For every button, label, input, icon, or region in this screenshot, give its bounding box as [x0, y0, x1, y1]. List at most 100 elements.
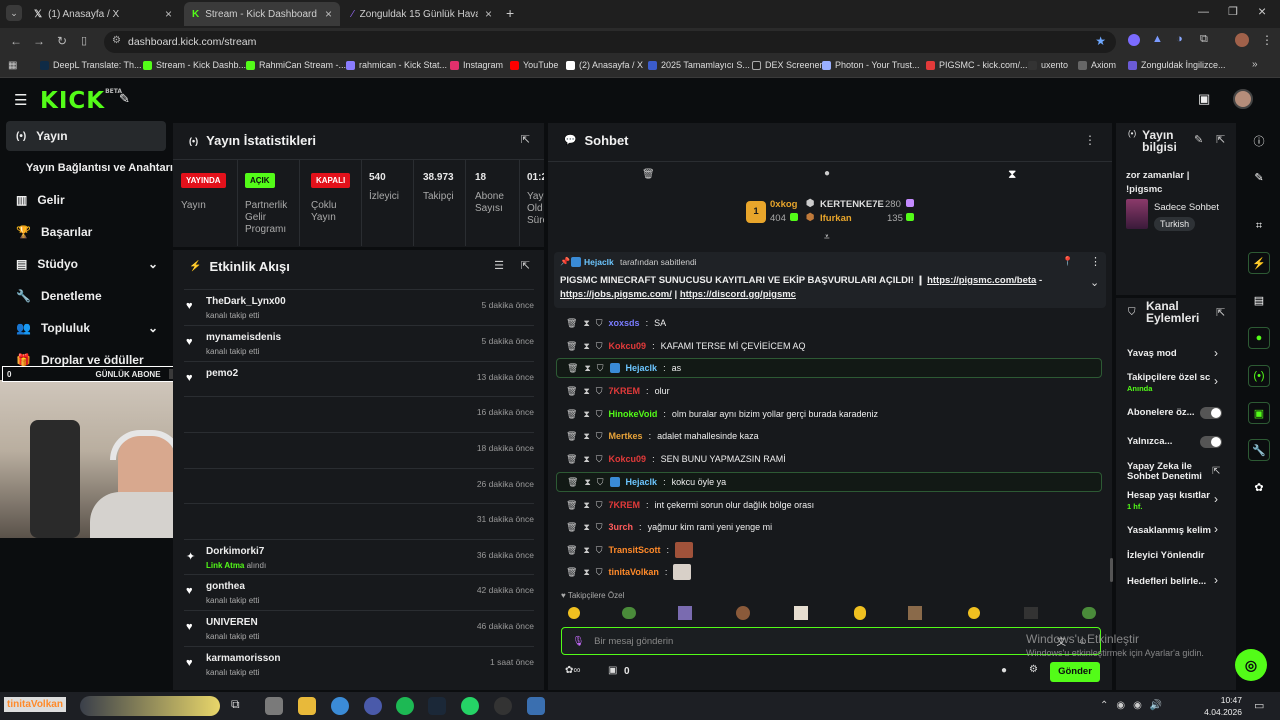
- bookmark-x[interactable]: (2) Anasayfa / X: [566, 60, 643, 70]
- bookmark-tamamlayici[interactable]: 2025 Tamamlayıcı S...: [648, 60, 750, 70]
- pinned-link[interactable]: https://jobs.pigsmc.com/: [560, 289, 672, 300]
- external-link-icon[interactable]: ⇱: [1212, 466, 1220, 477]
- points-icon[interactable]: ✿∞: [565, 665, 581, 676]
- emote[interactable]: [968, 607, 980, 619]
- toggle-subscribers-only[interactable]: [1200, 407, 1222, 419]
- ban-icon[interactable]: ⛉: [596, 545, 603, 556]
- extension-icon[interactable]: ▲: [1152, 33, 1163, 45]
- camera-icon[interactable]: ▣: [1198, 91, 1210, 107]
- emote[interactable]: [854, 606, 866, 620]
- timeout-icon[interactable]: ⧗: [583, 431, 589, 442]
- trash-icon[interactable]: 🗑: [566, 500, 577, 511]
- unpin-icon[interactable]: 📍: [1062, 256, 1073, 267]
- bookmark-pigsmc[interactable]: PIGSMC - kick.com/...: [926, 60, 1028, 70]
- ban-icon[interactable]: ⛉: [596, 341, 603, 352]
- sidebar-item-gelir[interactable]: ▥ Gelir: [6, 185, 166, 215]
- filter-icon[interactable]: ☰: [494, 259, 504, 272]
- chevron-down-icon[interactable]: ⌄: [1090, 276, 1099, 289]
- gift-box-icon[interactable]: ▣: [608, 665, 617, 676]
- new-tab-button[interactable]: +: [506, 5, 514, 21]
- bookmark-axiom[interactable]: Axiom: [1078, 60, 1116, 70]
- whatsapp-icon[interactable]: [461, 697, 479, 715]
- ban-icon[interactable]: ⛉: [596, 318, 603, 329]
- external-link-icon[interactable]: ⇱: [521, 133, 530, 146]
- bookmark-photon[interactable]: Photon - Your Trust...: [822, 60, 920, 70]
- timeout-icon[interactable]: ⧗: [584, 477, 590, 488]
- ban-icon[interactable]: ⛉: [596, 567, 603, 578]
- edit-icon[interactable]: ✎: [1248, 166, 1270, 188]
- wrench-icon[interactable]: 🔧: [1248, 439, 1270, 461]
- collapse-icon[interactable]: ⩡: [824, 232, 830, 243]
- trash-icon[interactable]: 🗑: [566, 454, 577, 465]
- external-link-icon[interactable]: ⇱: [521, 259, 530, 272]
- chat-menu-icon[interactable]: ⋮: [1084, 133, 1096, 147]
- sidebar-item-studyo[interactable]: ▤ Stüdyo ⌄: [6, 249, 166, 279]
- bookmark-deepl[interactable]: DeepL Translate: Th...: [40, 60, 142, 70]
- split-view-icon[interactable]: ▯: [81, 34, 87, 47]
- action-banned-words[interactable]: Yasaklanmış kelim: [1127, 525, 1213, 536]
- broadcast-icon[interactable]: (•): [1248, 365, 1270, 387]
- action-ai-moderation[interactable]: Yapay Zeka ile Sohbet Denetimi: [1127, 462, 1205, 482]
- bookmark-rahmican[interactable]: RahmiCan Stream -...: [246, 60, 346, 70]
- user-avatar[interactable]: [1233, 89, 1253, 109]
- tab-x[interactable]: 𝕏 (1) Anasayfa / X ×: [26, 2, 180, 26]
- trash-icon[interactable]: 🗑: [567, 363, 578, 374]
- emote[interactable]: [678, 606, 692, 620]
- lightning-icon[interactable]: ⚡: [1248, 252, 1270, 274]
- ban-icon[interactable]: ⛉: [596, 409, 603, 420]
- action-raid[interactable]: İzleyici Yönlendir: [1127, 550, 1204, 561]
- stream-info-icon[interactable]: ▣: [1248, 402, 1270, 424]
- pinned-menu-icon[interactable]: ⋮: [1090, 255, 1101, 268]
- ban-icon[interactable]: ⛉: [596, 454, 603, 465]
- timeout-icon[interactable]: ⧗: [583, 500, 589, 511]
- timeout-icon[interactable]: ⧗: [583, 318, 589, 329]
- chevron-right-icon[interactable]: ›: [1214, 346, 1218, 360]
- support-button[interactable]: ◎: [1235, 649, 1267, 681]
- ban-icon[interactable]: ⛉: [597, 477, 604, 488]
- trash-icon[interactable]: 🗑: [566, 431, 577, 442]
- bookmark-zonguldak[interactable]: Zonguldak İngilizce...: [1128, 60, 1226, 70]
- close-icon[interactable]: ×: [165, 7, 172, 21]
- bookmark-youtube[interactable]: YouTube: [510, 60, 558, 70]
- app-icon[interactable]: [265, 697, 283, 715]
- chrome-icon[interactable]: [331, 697, 349, 715]
- menu-icon[interactable]: ⋮: [1261, 33, 1273, 47]
- sidebar-item-topluluk[interactable]: 👥 Topluluk ⌄: [6, 313, 166, 343]
- emote[interactable]: [1024, 607, 1038, 619]
- action-account-age[interactable]: Hesap yaşı kısıtlar: [1127, 490, 1213, 501]
- action-followers-only[interactable]: Takipçilere özel sc: [1127, 372, 1213, 383]
- action-only[interactable]: Yalnızca...: [1127, 436, 1172, 447]
- ban-icon[interactable]: ⛉: [596, 431, 603, 442]
- ban-icon[interactable]: ⛉: [597, 363, 604, 374]
- clock[interactable]: 10:47 4.04.2026: [1200, 695, 1242, 717]
- tab-weather[interactable]: ⁄ Zonguldak 15 Günlük Hava Du ×: [344, 2, 500, 26]
- emote[interactable]: [794, 606, 808, 620]
- toggle-only[interactable]: [1200, 436, 1222, 448]
- timeout-icon[interactable]: ⧗: [583, 341, 589, 352]
- gear-icon[interactable]: ⚙: [1029, 664, 1038, 675]
- kick-logo[interactable]: KICKBETA: [40, 88, 122, 114]
- site-info-icon[interactable]: ⚙: [112, 35, 121, 46]
- timeout-icon[interactable]: ⧗: [583, 454, 589, 465]
- pinned-link[interactable]: https://discord.gg/pigsmc: [680, 289, 796, 300]
- chat-bubble-icon[interactable]: ●: [1248, 327, 1270, 349]
- trash-icon[interactable]: 🗑: [566, 409, 577, 420]
- tab-kick-dashboard[interactable]: K Stream - Kick Dashboard ×: [184, 2, 340, 26]
- ban-icon[interactable]: ⛉: [596, 522, 603, 533]
- reload-icon[interactable]: ↻: [57, 34, 67, 48]
- obs-icon[interactable]: [494, 697, 512, 715]
- more-bookmarks-icon[interactable]: »: [1252, 59, 1258, 70]
- maximize-button[interactable]: ❐: [1228, 5, 1238, 18]
- chevron-right-icon[interactable]: ›: [1214, 522, 1218, 536]
- extensions-icon[interactable]: ⧉: [1200, 33, 1208, 46]
- trash-icon[interactable]: 🗑: [566, 522, 577, 533]
- category-thumbnail[interactable]: [1126, 199, 1148, 229]
- timeout-icon[interactable]: ⧗: [583, 409, 589, 420]
- trash-icon[interactable]: 🗑: [567, 477, 578, 488]
- external-link-icon[interactable]: ⇱: [1216, 133, 1225, 146]
- bookmark-kick[interactable]: Stream - Kick Dashb...: [143, 60, 246, 70]
- timeout-icon[interactable]: ⧗: [583, 567, 589, 578]
- trash-icon[interactable]: 🗑: [566, 341, 577, 352]
- ban-icon[interactable]: ⛉: [596, 386, 603, 397]
- bookmark-uxento[interactable]: uxento: [1028, 60, 1068, 70]
